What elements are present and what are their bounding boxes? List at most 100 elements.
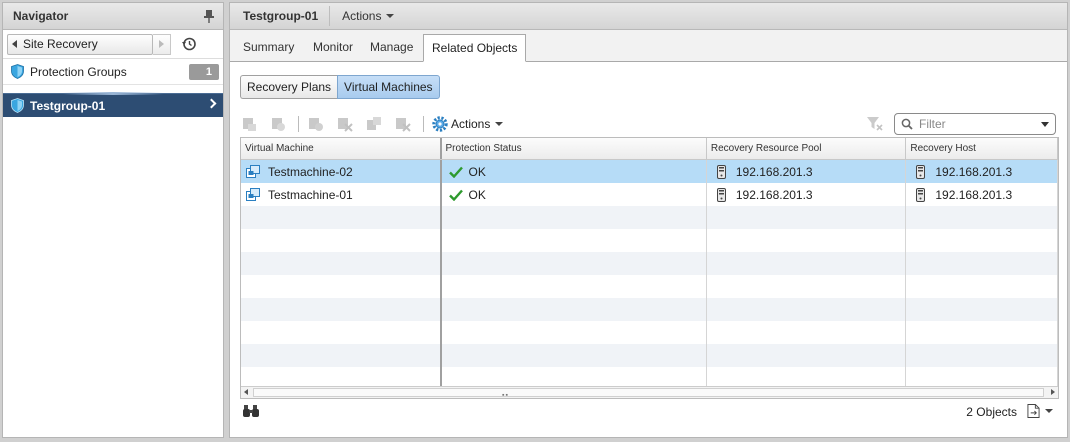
navigator-panel: Navigator Site Recovery Protection Group… — [2, 2, 224, 438]
host-icon — [716, 164, 726, 179]
vm-cell: Testmachine-02 — [241, 160, 442, 183]
empty-row — [241, 252, 1058, 275]
vm-cell: Testmachine-01 — [241, 183, 442, 206]
grid-header: Virtual Machine Protection Status Recove… — [241, 138, 1058, 160]
forward-button[interactable] — [153, 33, 171, 55]
table-row[interactable]: Testmachine-02 OK 192.168.201.3 192.168.… — [241, 160, 1058, 183]
main-panel: Testgroup-01 Actions Summary Monitor Man… — [229, 2, 1068, 438]
actions-menu-label: Actions — [342, 9, 382, 23]
pool-cell: 192.168.201.3 — [707, 160, 907, 183]
gear-icon — [432, 116, 448, 132]
filter-input[interactable]: Filter — [894, 113, 1056, 135]
sidebar-item-label: Protection Groups — [30, 64, 127, 79]
sidebar-item-protection-groups[interactable]: Protection Groups 1 — [3, 59, 223, 85]
vm-name: Testmachine-02 — [268, 164, 353, 179]
back-button[interactable]: Site Recovery — [7, 33, 153, 55]
check-icon — [448, 189, 463, 201]
vm-grid: Virtual Machine Protection Status Recove… — [240, 137, 1059, 399]
vm-icon — [246, 165, 260, 178]
pin-icon[interactable] — [203, 9, 215, 23]
caret-down-icon — [495, 122, 504, 126]
clear-filter-icon[interactable] — [866, 115, 884, 133]
toolbar-divider — [423, 116, 424, 132]
pool-value: 192.168.201.3 — [735, 164, 813, 179]
empty-row — [241, 298, 1058, 321]
tab-monitor[interactable]: Monitor — [313, 40, 353, 54]
navigator-title: Navigator — [13, 9, 69, 23]
scroll-grip-icon: ▪▪▪▪ — [502, 392, 509, 399]
caret-down-icon — [1045, 409, 1053, 413]
subtab-recovery-plans[interactable]: Recovery Plans — [240, 75, 338, 99]
host-icon — [916, 187, 926, 202]
empty-row — [241, 206, 1058, 229]
horizontal-scrollbar[interactable]: ▪▪▪▪ — [241, 386, 1058, 398]
pool-value: 192.168.201.3 — [735, 187, 813, 202]
export-button[interactable] — [1027, 403, 1053, 419]
table-row[interactable]: Testmachine-01 OK 192.168.201.3 192.168.… — [241, 183, 1058, 206]
column-header-recovery-host[interactable]: Recovery Host — [906, 138, 1058, 159]
navigator-header: Navigator — [3, 3, 223, 30]
binoculars-icon[interactable] — [242, 404, 260, 418]
subtab-group: Recovery Plans Virtual Machines — [240, 75, 440, 99]
remove-protection-icon[interactable] — [336, 116, 354, 132]
main-header: Testgroup-01 Actions — [230, 3, 1067, 30]
grid-actions-menu[interactable]: Actions — [432, 116, 504, 132]
selection-highlight — [63, 92, 163, 95]
clear-mapping-icon[interactable] — [394, 116, 412, 132]
host-cell: 192.168.201.3 — [906, 183, 1058, 206]
column-header-protection-status[interactable]: Protection Status — [442, 138, 707, 159]
empty-row — [241, 275, 1058, 298]
empty-row — [241, 344, 1058, 367]
count-badge: 1 — [189, 64, 219, 80]
vm-icon — [246, 188, 260, 201]
chevron-right-icon — [206, 98, 217, 109]
toolbar-divider — [298, 116, 299, 132]
back-arrow-icon — [12, 40, 17, 48]
object-count: 2 Objects — [966, 405, 1017, 419]
configure-protection-icon[interactable] — [307, 116, 325, 132]
forward-arrow-icon — [159, 40, 164, 48]
status-text: OK — [468, 187, 486, 202]
host-icon — [716, 187, 726, 202]
sidebar-item-label: Testgroup-01 — [30, 98, 106, 113]
grid-body: Testmachine-02 OK 192.168.201.3 192.168.… — [241, 160, 1058, 390]
pool-cell: 192.168.201.3 — [707, 183, 907, 206]
scroll-right-icon[interactable] — [1051, 389, 1055, 395]
related-objects-content: Recovery Plans Virtual Machines Actions … — [230, 63, 1067, 437]
host-value: 192.168.201.3 — [935, 164, 1013, 179]
filter-placeholder: Filter — [919, 117, 946, 131]
tab-summary[interactable]: Summary — [243, 40, 294, 54]
column-header-virtual-machine[interactable]: Virtual Machine — [241, 138, 442, 159]
status-cell: OK — [442, 183, 707, 206]
shield-icon — [11, 98, 24, 113]
protect-vm-icon[interactable] — [240, 116, 258, 132]
tab-bar: Summary Monitor Manage Related Objects — [230, 30, 1067, 62]
tab-manage[interactable]: Manage — [370, 40, 413, 54]
subtab-virtual-machines[interactable]: Virtual Machines — [337, 75, 440, 99]
unprotect-vm-icon[interactable] — [269, 116, 287, 132]
scroll-thumb[interactable]: ▪▪▪▪ — [253, 388, 1044, 399]
back-button-label: Site Recovery — [23, 37, 98, 51]
scroll-left-icon[interactable] — [244, 389, 248, 395]
actions-menu[interactable]: Actions — [330, 9, 395, 23]
history-icon[interactable] — [179, 34, 199, 54]
export-icon — [1027, 404, 1040, 418]
vm-name: Testmachine-01 — [268, 187, 353, 202]
host-icon — [916, 164, 926, 179]
empty-row — [241, 229, 1058, 252]
column-header-recovery-resource-pool[interactable]: Recovery Resource Pool — [707, 138, 907, 159]
navigator-history-row: Site Recovery — [3, 30, 223, 59]
empty-row — [241, 321, 1058, 344]
shield-icon — [11, 64, 24, 79]
page-title: Testgroup-01 — [230, 6, 331, 26]
caret-down-icon — [386, 14, 395, 18]
status-text: OK — [468, 164, 486, 179]
search-icon — [901, 118, 913, 130]
tab-related-objects[interactable]: Related Objects — [423, 34, 527, 62]
sidebar-item-testgroup[interactable]: Testgroup-01 — [3, 92, 223, 117]
filter-dropdown-icon[interactable] — [1041, 122, 1049, 127]
host-cell: 192.168.201.3 — [906, 160, 1058, 183]
check-icon — [448, 166, 463, 178]
restore-mapping-icon[interactable] — [365, 116, 383, 132]
grid-toolbar: Actions Filter — [240, 113, 1058, 135]
